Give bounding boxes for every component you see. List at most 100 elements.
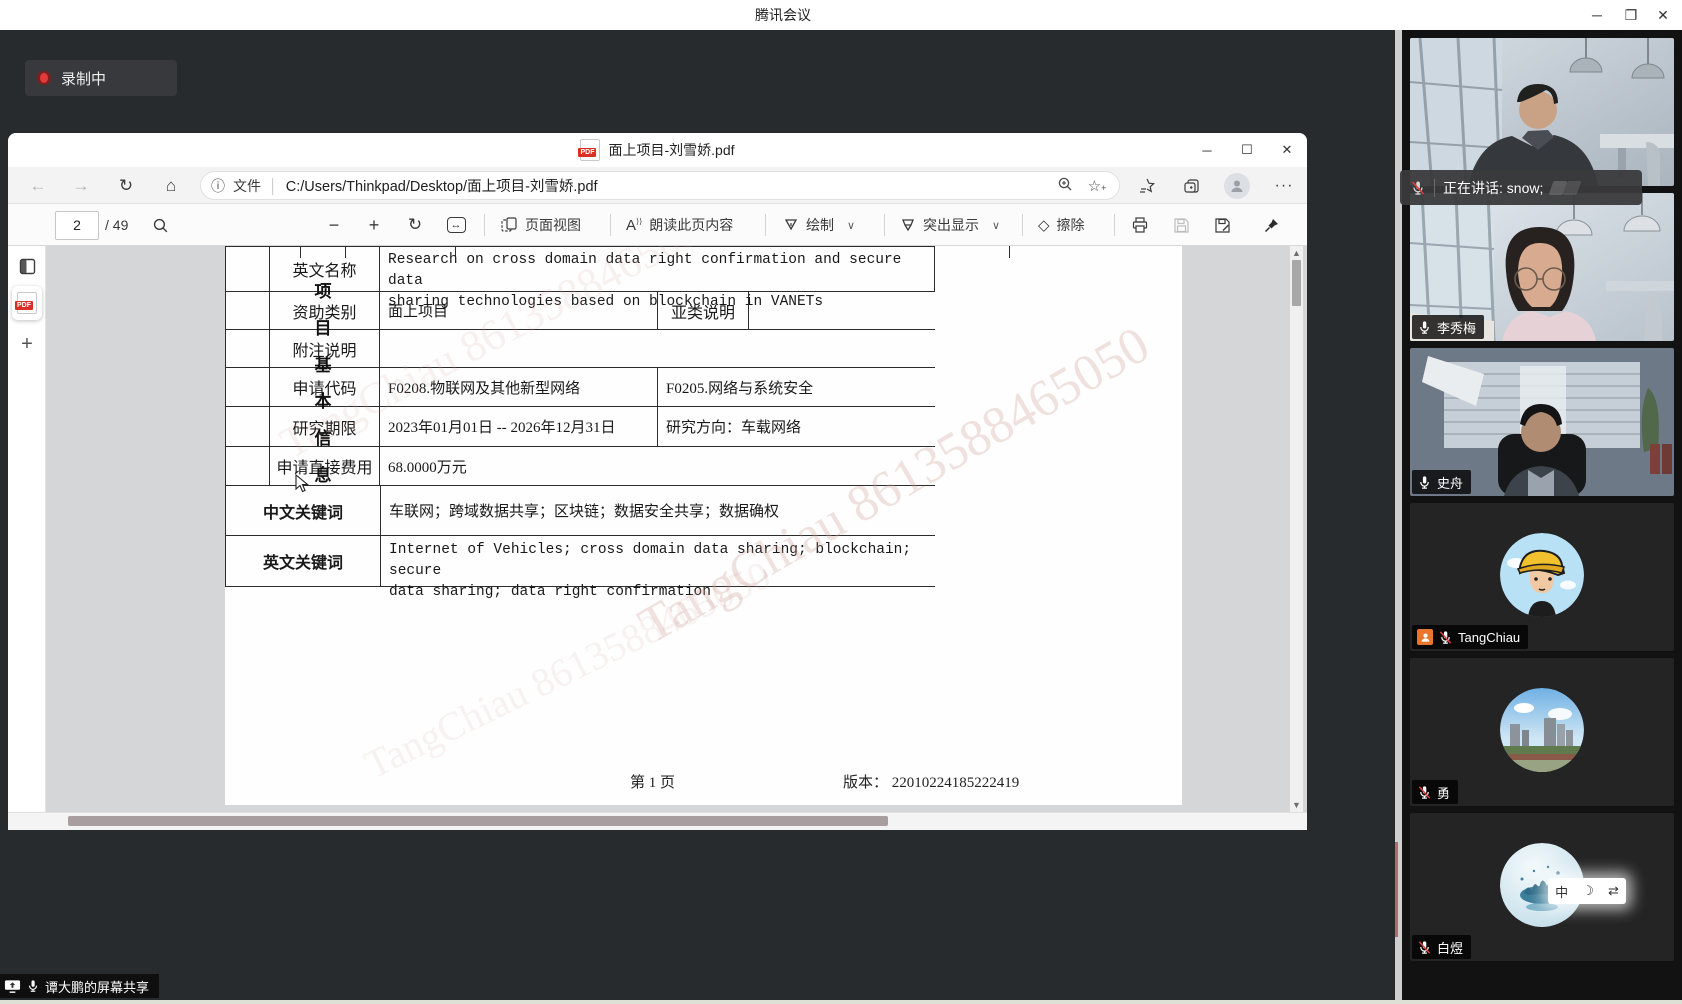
row-value2: F0205.网络与系统安全 — [658, 368, 935, 406]
row-value: 面上项目 — [380, 292, 658, 329]
browser-close-icon[interactable]: ✕ — [1267, 133, 1307, 167]
participants-sidebar: 正在讲话: snow; — [1402, 30, 1682, 1004]
recording-label: 录制中 — [61, 68, 106, 89]
forward-icon[interactable]: → — [67, 172, 95, 200]
address-bar[interactable]: ⓘ 文件 │ C:/Users/Thinkpad/Desktop/面上项目-刘雪… — [200, 171, 1120, 200]
recording-badge[interactable]: 录制中 — [25, 60, 177, 96]
side-pane-icon[interactable] — [15, 254, 39, 278]
vertical-scrollbar-thumb[interactable] — [1292, 260, 1301, 306]
horizontal-scrollbar-thumb[interactable] — [68, 816, 888, 826]
highlight-button[interactable]: 突出显示 ∨ — [900, 211, 1000, 239]
ime-chinese-mode[interactable]: 中 — [1555, 882, 1568, 901]
table-vertical-header: 项 目 基 本 信 息 — [301, 259, 345, 504]
profile-avatar[interactable] — [1224, 173, 1250, 199]
draw-dropdown-chevron[interactable]: ∨ — [847, 219, 855, 232]
zoom-out-icon[interactable]: − — [320, 211, 348, 239]
mic-muted-icon — [1438, 630, 1453, 645]
page-footer-number: 第 1 页 — [630, 771, 675, 792]
share-banner-text: 谭大鹏的屏幕共享 — [45, 977, 149, 996]
browser-minimize-icon[interactable]: ─ — [1187, 133, 1227, 167]
eraser-icon: ◇ — [1038, 216, 1050, 234]
speaking-indicator: 正在讲话: snow; — [1400, 170, 1642, 205]
scroll-up-icon[interactable]: ▲ — [1290, 248, 1303, 258]
window-edge-artifact — [1395, 842, 1398, 937]
table-row: 英文关键词 Internet of Vehicles; cross domain… — [226, 536, 935, 587]
scroll-down-icon[interactable]: ▼ — [1290, 800, 1303, 810]
zoom-in-icon[interactable] — [1053, 176, 1077, 196]
save-icon[interactable] — [1167, 211, 1195, 239]
participant-name: TangChiau — [1458, 630, 1520, 645]
participant-tile[interactable]: 勇 — [1410, 658, 1674, 806]
participant-tile[interactable]: 史舟 — [1410, 348, 1674, 496]
collections-icon[interactable] — [1178, 172, 1206, 200]
ime-toggle-icon[interactable]: ⇄ — [1608, 883, 1619, 899]
erase-button[interactable]: ◇ 擦除 — [1038, 211, 1085, 239]
meeting-titlebar: 腾讯会议 ─ ❐ ✕ — [0, 0, 1682, 30]
mouse-cursor — [295, 474, 311, 494]
mic-on-icon — [1417, 475, 1432, 490]
participant-name-tag: TangChiau — [1412, 625, 1528, 649]
guest-badge-icon — [1417, 629, 1433, 645]
recording-dot-icon — [37, 71, 51, 85]
pdf-viewport[interactable]: PDF + TangChiau 8613588465050 TangChiau … — [8, 246, 1307, 812]
ime-toolbar[interactable]: 中 ☽ ⇄ — [1548, 878, 1626, 904]
avatar — [1500, 533, 1584, 617]
meeting-window-title: 腾讯会议 — [0, 0, 1566, 30]
screen-share-icon — [4, 979, 21, 994]
close-icon[interactable]: ✕ — [1646, 0, 1680, 30]
ime-moon-icon[interactable]: ☽ — [1582, 883, 1594, 899]
tab-title-text: 面上项目-刘雪娇.pdf — [608, 140, 734, 160]
row-value2: 研究方向：车载网络 — [658, 407, 935, 446]
row-value: 68.0000万元 — [380, 447, 935, 485]
pdf-icon: PDF — [17, 292, 37, 314]
restore-icon[interactable]: ❐ — [1614, 0, 1648, 30]
pin-toolbar-icon[interactable] — [1256, 211, 1286, 239]
mic-muted-icon — [1417, 785, 1432, 800]
read-aloud-icon: A⟩⟩ — [626, 217, 642, 234]
row-value: 2023年01月01日 -- 2026年12月31日 — [380, 407, 658, 446]
favorites-icon[interactable] — [1133, 172, 1161, 200]
add-favorite-star-icon[interactable]: ☆+ — [1085, 177, 1109, 195]
zoom-in-plus-icon[interactable]: + — [360, 211, 388, 239]
back-icon[interactable]: ← — [24, 172, 52, 200]
pdf-thumbnail-button[interactable]: PDF — [12, 286, 42, 320]
row-value: Internet of Vehicles; cross domain data … — [381, 536, 935, 586]
print-icon[interactable] — [1126, 211, 1154, 239]
read-aloud-button[interactable]: A⟩⟩ 朗读此页内容 — [626, 211, 733, 239]
save-as-icon[interactable] — [1208, 211, 1236, 239]
screen-share-banner: 谭大鹏的屏幕共享 — [0, 974, 159, 998]
participant-name: 李秀梅 — [1437, 318, 1476, 337]
participant-tile[interactable]: 白煜 — [1410, 813, 1674, 961]
search-icon[interactable] — [146, 211, 174, 239]
speaking-text: 正在讲话: snow; — [1443, 178, 1543, 198]
page-total-label: / 49 — [105, 211, 128, 239]
participant-name-tag: 白煜 — [1412, 935, 1471, 959]
browser-tab-title: PDF 面上项目-刘雪娇.pdf — [8, 133, 1307, 167]
refresh-icon[interactable]: ↻ — [112, 172, 140, 200]
browser-maximize-icon[interactable]: ☐ — [1227, 133, 1267, 167]
participant-name: 勇 — [1437, 783, 1450, 802]
participant-tile[interactable]: TangChiau — [1410, 503, 1674, 651]
row-value: 车联网；跨域数据共享；区块链；数据安全共享；数据确权 — [381, 486, 935, 535]
pdf-sidebar-strip — [8, 246, 46, 812]
highlighter-icon — [900, 217, 916, 233]
page-view-button[interactable]: 页面视图 — [500, 211, 581, 239]
row-value — [380, 330, 935, 367]
draw-pen-icon — [783, 217, 799, 233]
home-icon[interactable]: ⌂ — [157, 172, 185, 200]
browser-menu-icon[interactable]: ··· — [1270, 172, 1298, 200]
vertical-scrollbar[interactable]: ▲ ▼ — [1290, 246, 1303, 812]
draw-button[interactable]: 绘制 ∨ — [783, 211, 855, 239]
fit-width-icon[interactable]: ↔ — [442, 211, 470, 239]
participant-tile-snow[interactable] — [1410, 38, 1674, 186]
participant-tile[interactable]: 李秀梅 — [1410, 193, 1674, 341]
page-number-input[interactable]: 2 — [55, 211, 99, 240]
minimize-icon[interactable]: ─ — [1580, 0, 1614, 30]
page-footer-version: 版本： 22010224185222419 — [843, 771, 1019, 792]
add-icon[interactable]: + — [15, 332, 39, 356]
rotate-icon[interactable]: ↻ — [401, 211, 429, 239]
highlight-dropdown-chevron[interactable]: ∨ — [992, 219, 1000, 232]
participant-name-tag: 勇 — [1412, 780, 1458, 804]
address-separator: │ — [269, 178, 278, 194]
info-icon[interactable]: ⓘ — [211, 176, 225, 196]
